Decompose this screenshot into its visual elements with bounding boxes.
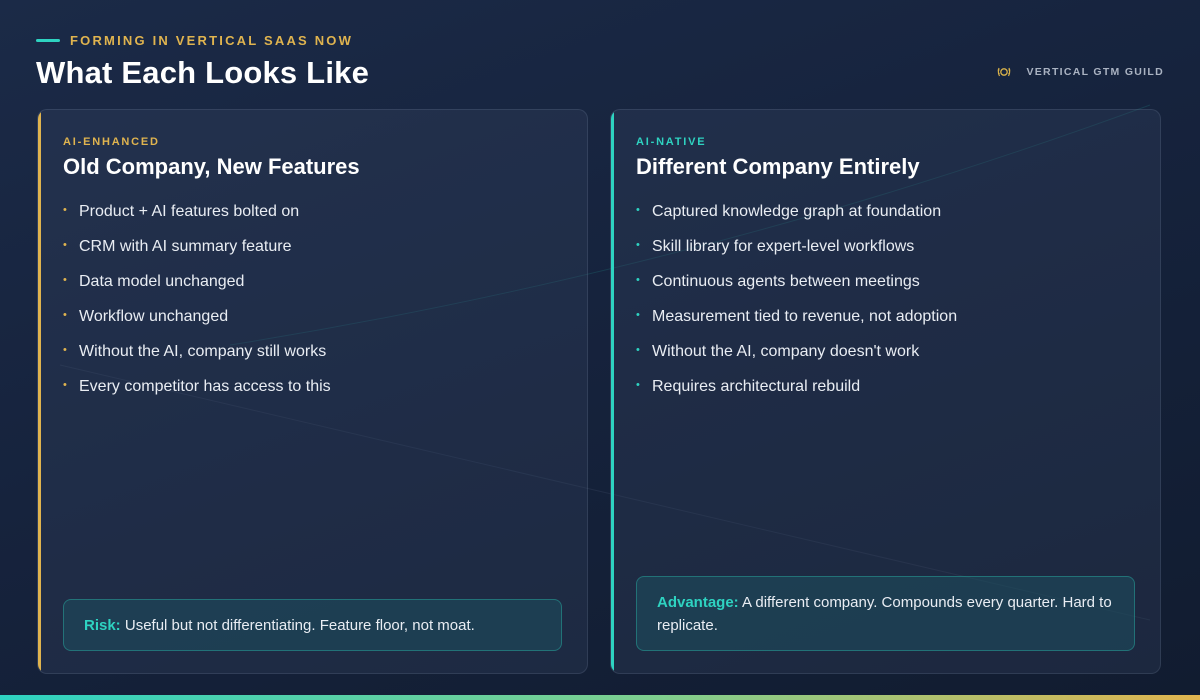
bullet-dot-icon: •: [63, 274, 67, 286]
card-heading: Old Company, New Features: [63, 154, 360, 179]
list-item: • Requires architectural rebuild: [636, 377, 957, 412]
eyebrow-label: FORMING IN VERTICAL SAAS NOW: [70, 33, 354, 48]
card-ai-native: AI-NATIVE Different Company Entirely • C…: [610, 109, 1161, 674]
bullet-dot-icon: •: [63, 239, 67, 251]
advantage-callout: Advantage: A different company. Compound…: [636, 576, 1135, 651]
list-item: • Measurement tied to revenue, not adopt…: [636, 307, 957, 342]
callout-text: Advantage: A different company. Compound…: [657, 591, 1114, 637]
list-item: • Every competitor has access to this: [63, 377, 331, 412]
bullet-dot-icon: •: [636, 309, 640, 321]
list-item: • Product + AI features bolted on: [63, 202, 331, 237]
bullet-text: Without the AI, company doesn't work: [652, 343, 920, 360]
bullet-dot-icon: •: [636, 274, 640, 286]
list-item: • Without the AI, company still works: [63, 342, 331, 377]
list-item: • Captured knowledge graph at foundation: [636, 202, 957, 237]
card-tag: AI-ENHANCED: [63, 136, 160, 148]
list-item: • CRM with AI summary feature: [63, 237, 331, 272]
eyebrow: FORMING IN VERTICAL SAAS NOW: [36, 33, 353, 48]
bullet-dot-icon: •: [63, 309, 67, 321]
callout-label: Advantage:: [657, 593, 739, 611]
bullet-text: Workflow unchanged: [79, 308, 229, 325]
bullet-dot-icon: •: [636, 204, 640, 216]
bullet-list: • Captured knowledge graph at foundation…: [636, 202, 957, 412]
brand-name: VERTICAL GTM GUILD: [1026, 66, 1164, 78]
bullet-text: Without the AI, company still works: [79, 343, 327, 360]
list-item: • Continuous agents between meetings: [636, 272, 957, 307]
bullet-dot-icon: •: [63, 204, 67, 216]
bullet-text: Skill library for expert-level workflows: [652, 238, 915, 255]
laurel-wreath-icon: [998, 67, 1011, 77]
bullet-dot-icon: •: [636, 344, 640, 356]
bullet-text: Captured knowledge graph at foundation: [652, 203, 942, 220]
list-item: • Data model unchanged: [63, 272, 331, 307]
page-title: What Each Looks Like: [36, 55, 370, 90]
card-accent-bar: [38, 110, 41, 673]
list-item: • Skill library for expert-level workflo…: [636, 237, 957, 272]
list-item: • Without the AI, company doesn't work: [636, 342, 957, 377]
bullet-dot-icon: •: [63, 344, 67, 356]
bullet-dot-icon: •: [636, 379, 640, 391]
bottom-gradient-bar: [0, 695, 1200, 700]
bullet-text: Requires architectural rebuild: [652, 378, 861, 395]
bullet-text: CRM with AI summary feature: [79, 238, 292, 255]
bullet-text: Product + AI features bolted on: [79, 203, 300, 220]
card-ai-enhanced: AI-ENHANCED Old Company, New Features • …: [37, 109, 588, 674]
card-tag: AI-NATIVE: [636, 136, 707, 148]
risk-callout: Risk: Useful but not differentiating. Fe…: [63, 599, 562, 651]
card-heading: Different Company Entirely: [636, 154, 920, 179]
eyebrow-dash: [36, 39, 60, 42]
bullet-text: Measurement tied to revenue, not adoptio…: [652, 308, 958, 325]
brand: VERTICAL GTM GUILD: [996, 64, 1164, 80]
bullet-dot-icon: •: [636, 239, 640, 251]
list-item: • Workflow unchanged: [63, 307, 331, 342]
callout-text: Risk: Useful but not differentiating. Fe…: [84, 614, 475, 637]
callout-label: Risk:: [84, 616, 121, 634]
bullet-text: Data model unchanged: [79, 273, 245, 290]
bullet-text: Every competitor has access to this: [79, 378, 331, 395]
bullet-list: • Product + AI features bolted on • CRM …: [63, 202, 331, 412]
bullet-dot-icon: •: [63, 379, 67, 391]
callout-body: Useful but not differentiating. Feature …: [124, 616, 475, 634]
card-accent-bar: [611, 110, 614, 673]
bullet-text: Continuous agents between meetings: [652, 273, 920, 290]
